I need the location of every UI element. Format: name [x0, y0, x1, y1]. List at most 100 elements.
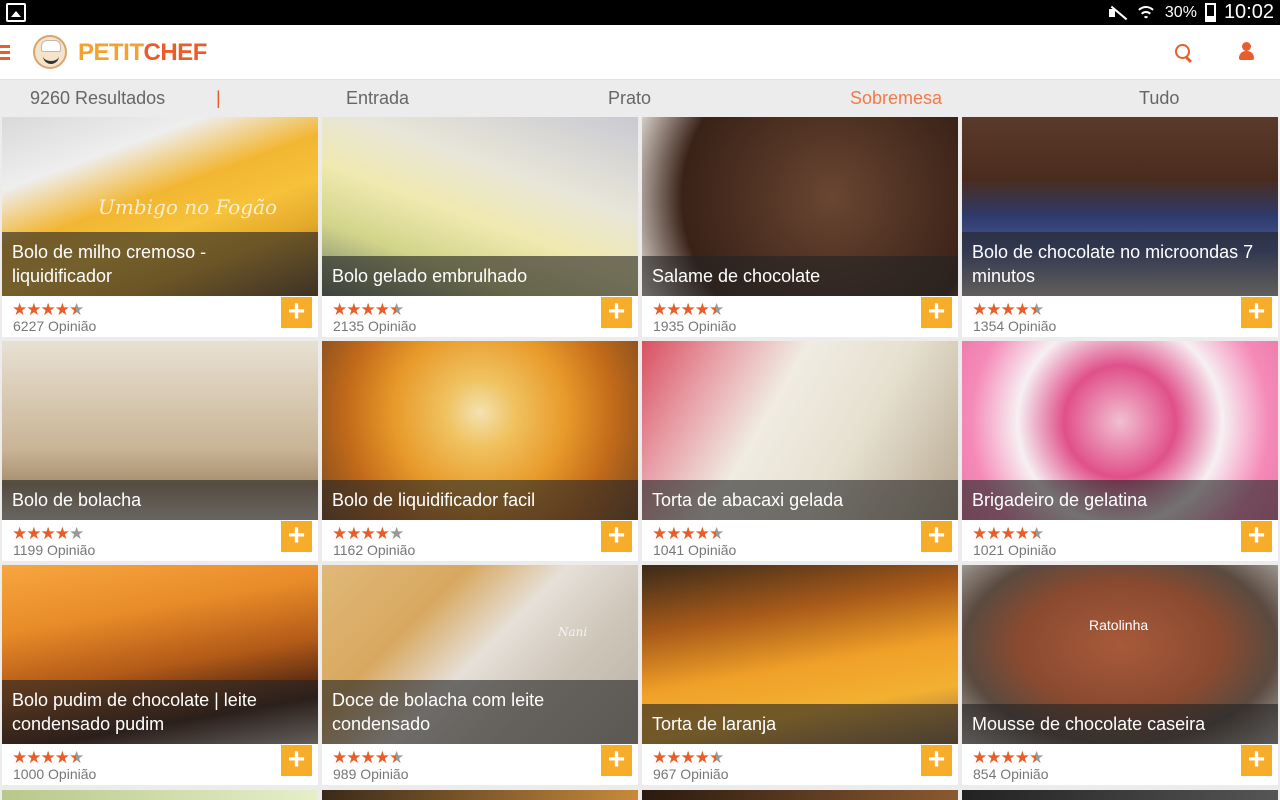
opinion-count: 2135 Opinião [333, 318, 417, 334]
recipe-title[interactable]: Doce de bolacha com leite condensado [322, 680, 638, 744]
recipe-title[interactable]: Bolo de bolacha [2, 480, 318, 520]
tab-tudo[interactable]: Tudo [1139, 88, 1179, 109]
recipe-title[interactable]: Bolo de liquidificador facil [322, 480, 638, 520]
add-recipe-button[interactable]: + [1241, 745, 1272, 776]
recipe-meta: ★★★★★ 1935 Opinião + [642, 296, 958, 337]
clock: 10:02 [1223, 1, 1274, 23]
recipe-meta: ★★★★★ 1162 Opinião + [322, 520, 638, 561]
recipe-card[interactable]: Bolo de chocolate no microondas 7 minuto… [962, 117, 1278, 337]
battery-percent: 30% [1164, 3, 1197, 21]
recipe-photo[interactable]: Bolo de liquidificador facil [322, 341, 638, 520]
recipe-title[interactable]: Mousse de chocolate caseira [962, 704, 1278, 744]
opinion-count: 1041 Opinião [653, 542, 737, 558]
tab-prato[interactable]: Prato [608, 88, 651, 109]
rating-stars-icon: ★★★★★ [652, 300, 724, 319]
rating-stars-icon: ★★★★★ [12, 300, 84, 319]
results-count: 9260 Resultados [30, 88, 166, 108]
recipe-title[interactable]: Bolo de milho cremoso - liquidificador [2, 232, 318, 296]
add-recipe-button[interactable]: + [1241, 297, 1272, 328]
app-logo[interactable]: PETITCHEF [78, 39, 207, 67]
recipe-meta: ★★★★★ 967 Opinião + [642, 744, 958, 785]
next-row-card-photo[interactable] [2, 790, 318, 800]
recipe-title[interactable]: Torta de abacaxi gelada [642, 480, 958, 520]
recipe-meta: ★★★★★ 1354 Opinião + [962, 296, 1278, 337]
recipe-photo[interactable]: Bolo de bolacha [2, 341, 318, 520]
recipe-photo[interactable]: Torta de abacaxi gelada [642, 341, 958, 520]
recipe-photo[interactable]: Nani Doce de bolacha com leite condensado [322, 565, 638, 744]
opinion-count: 854 Opinião [973, 766, 1049, 782]
recipe-card[interactable]: Umbigo no Fogão Bolo de milho cremoso - l… [2, 117, 318, 337]
opinion-count: 967 Opinião [653, 766, 729, 782]
photo-watermark: Nani [558, 625, 588, 639]
rating-stars-icon: ★★★★★ [972, 748, 1044, 767]
rating-stars-icon: ★★★★★ [972, 524, 1044, 543]
recipe-title[interactable]: Bolo pudim de chocolate | leite condensa… [2, 680, 318, 744]
recipe-photo[interactable]: Bolo pudim de chocolate | leite condensa… [2, 565, 318, 744]
category-tabs: 9260 Resultados | Entrada Prato Sobremes… [0, 81, 1280, 115]
recipe-photo[interactable]: Torta de laranja [642, 565, 958, 744]
recipe-card[interactable]: Ratolinha Mousse de chocolate caseira ★★★★… [962, 565, 1278, 785]
rating-stars-icon: ★★★★★ [12, 748, 84, 767]
recipe-card[interactable]: Bolo de bolacha ★★★★★ 1199 Opinião + [2, 341, 318, 561]
search-icon[interactable] [1174, 43, 1194, 63]
recipe-card[interactable]: Brigadeiro de gelatina ★★★★★ 1021 Opinião + [962, 341, 1278, 561]
recipe-meta: ★★★★★ 6227 Opinião + [2, 296, 318, 337]
recipe-title[interactable]: Bolo gelado embrulhado [322, 256, 638, 296]
chef-logo-icon [33, 35, 67, 69]
rating-stars-icon: ★★★★★ [652, 748, 724, 767]
recipe-photo[interactable]: Bolo gelado embrulhado [322, 117, 638, 296]
add-recipe-button[interactable]: + [921, 297, 952, 328]
add-recipe-button[interactable]: + [601, 521, 632, 552]
recipe-photo[interactable]: Ratolinha Mousse de chocolate caseira [962, 565, 1278, 744]
add-recipe-button[interactable]: + [601, 745, 632, 776]
menu-icon[interactable] [0, 45, 10, 60]
recipe-meta: ★★★★★ 1000 Opinião + [2, 744, 318, 785]
tab-entrada[interactable]: Entrada [346, 88, 409, 109]
opinion-count: 1199 Opinião [13, 542, 96, 558]
add-recipe-button[interactable]: + [921, 745, 952, 776]
next-row-card-photo[interactable] [962, 790, 1278, 800]
recipe-card[interactable]: Nani Doce de bolacha com leite condensado… [322, 565, 638, 785]
opinion-count: 1021 Opinião [973, 542, 1057, 558]
recipe-title[interactable]: Torta de laranja [642, 704, 958, 744]
next-row-card-photo[interactable] [642, 790, 958, 800]
recipe-card[interactable]: Salame de chocolate ★★★★★ 1935 Opinião + [642, 117, 958, 337]
add-recipe-button[interactable]: + [281, 521, 312, 552]
rating-stars-icon: ★★★★★ [332, 748, 404, 767]
opinion-count: 1000 Opinião [13, 766, 97, 782]
rating-stars-icon: ★★★★★ [972, 300, 1044, 319]
photo-watermark: Ratolinha [1089, 617, 1149, 633]
opinion-count: 1162 Opinião [333, 542, 416, 558]
recipe-card[interactable]: Bolo de liquidificador facil ★★★★★ 1162 Op… [322, 341, 638, 561]
add-recipe-button[interactable]: + [1241, 521, 1272, 552]
recipe-meta: ★★★★★ 989 Opinião + [322, 744, 638, 785]
recipe-photo[interactable]: Bolo de chocolate no microondas 7 minuto… [962, 117, 1278, 296]
gallery-notification-icon [6, 3, 26, 22]
tab-sobremesa[interactable]: Sobremesa [850, 88, 942, 109]
recipe-card[interactable]: Torta de abacaxi gelada ★★★★★ 1041 Opinião… [642, 341, 958, 561]
recipe-photo[interactable]: Salame de chocolate [642, 117, 958, 296]
next-row-card-photo[interactable] [322, 790, 638, 800]
recipe-meta: ★★★★★ 1021 Opinião + [962, 520, 1278, 561]
recipe-photo[interactable]: Brigadeiro de gelatina [962, 341, 1278, 520]
recipe-card[interactable]: Bolo pudim de chocolate | leite condensa… [2, 565, 318, 785]
add-recipe-button[interactable]: + [921, 521, 952, 552]
opinion-count: 1935 Opinião [653, 318, 737, 334]
opinion-count: 6227 Opinião [13, 318, 97, 334]
photo-watermark: Umbigo no Fogão [98, 195, 278, 219]
user-icon[interactable] [1238, 42, 1256, 62]
add-recipe-button[interactable]: + [601, 297, 632, 328]
rating-stars-icon: ★★★★★ [332, 300, 404, 319]
recipe-title[interactable]: Bolo de chocolate no microondas 7 minuto… [962, 232, 1278, 296]
recipe-meta: ★★★★★ 1041 Opinião + [642, 520, 958, 561]
recipe-photo[interactable]: Umbigo no Fogão Bolo de milho cremoso - l… [2, 117, 318, 296]
recipe-card[interactable]: Torta de laranja ★★★★★ 967 Opinião + [642, 565, 958, 785]
recipe-title[interactable]: Brigadeiro de gelatina [962, 480, 1278, 520]
recipe-card[interactable]: Bolo gelado embrulhado ★★★★★ 2135 Opinião + [322, 117, 638, 337]
add-recipe-button[interactable]: + [281, 297, 312, 328]
opinion-count: 1354 Opinião [973, 318, 1057, 334]
add-recipe-button[interactable]: + [281, 745, 312, 776]
recipe-meta: ★★★★★ 2135 Opinião + [322, 296, 638, 337]
recipe-title[interactable]: Salame de chocolate [642, 256, 958, 296]
tab-divider: | [216, 88, 221, 108]
